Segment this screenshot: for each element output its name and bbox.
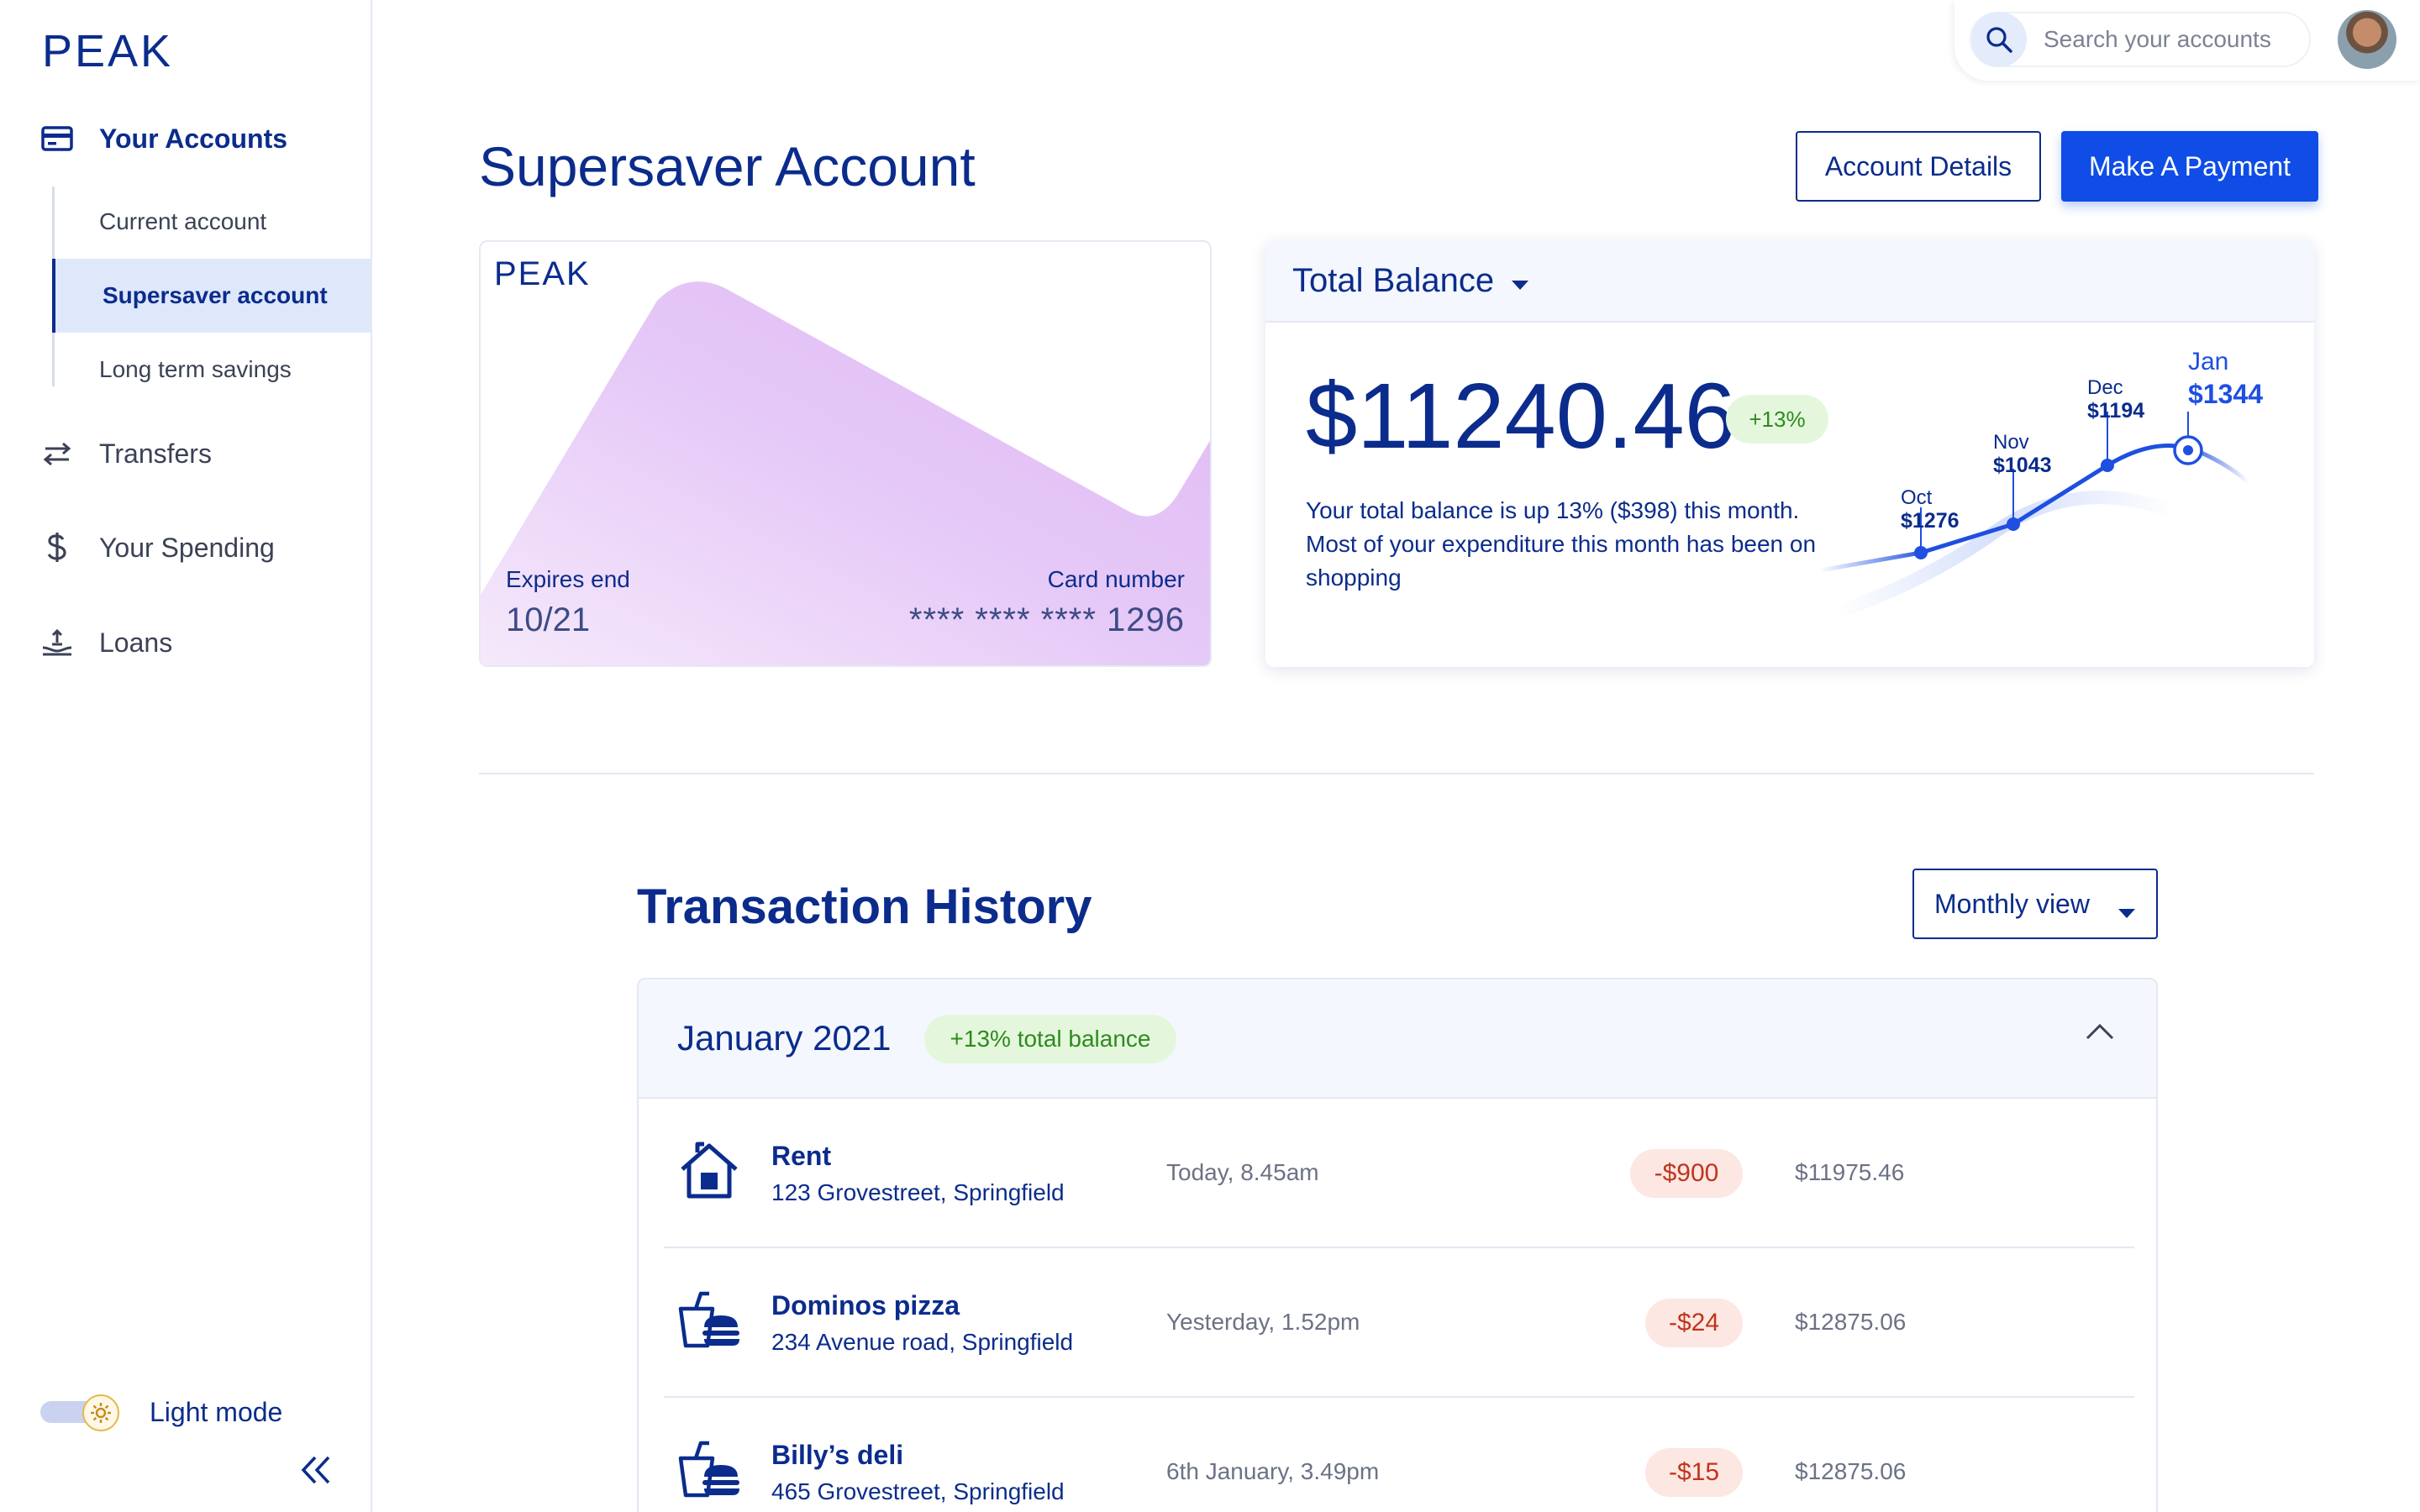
page-title: Supersaver Account <box>479 135 976 197</box>
collapse-sidebar-icon[interactable] <box>297 1452 334 1488</box>
chart-label-value: $1194 <box>2087 399 2144 423</box>
view-select-label: Monthly view <box>1934 888 2090 919</box>
transaction-row[interactable]: Rent 123 Grovestreet, Springfield Today,… <box>664 1099 2134 1248</box>
transaction-balance: $12875.06 <box>1795 1309 1907 1335</box>
transaction-address: 465 Grovestreet, Springfield <box>771 1478 1065 1504</box>
transaction-address: 234 Avenue road, Springfield <box>771 1329 1074 1355</box>
card-number-value: **** **** **** 1296 <box>908 601 1185 638</box>
light-mode-toggle[interactable] <box>40 1394 119 1431</box>
total-balance-dropdown[interactable]: Total Balance <box>1265 240 2314 323</box>
transaction-time: Today, 8.45am <box>1166 1159 1319 1185</box>
transaction-row[interactable]: Billy’s deli 465 Grovestreet, Springfiel… <box>664 1398 2134 1512</box>
chart-label-value: $1344 <box>2188 379 2263 409</box>
transaction-amount: -$900 <box>1630 1149 1743 1198</box>
bank-card: PEAK Expires end 10/21 Card number **** … <box>479 240 1212 667</box>
sidebar-subitem-long-term-savings[interactable]: Long term savings <box>52 333 371 407</box>
sidebar-subitem-supersaver-account[interactable]: Supersaver account <box>52 259 371 333</box>
card-number-label: Card number <box>1047 566 1185 592</box>
transaction-balance: $12875.06 <box>1795 1458 1907 1484</box>
monthly-view-select[interactable]: Monthly view <box>1912 869 2158 939</box>
chart-label-month: Jan <box>2188 348 2228 375</box>
search-icon[interactable] <box>1971 12 2027 67</box>
sidebar-item-your-spending[interactable]: Your Spending <box>0 527 371 569</box>
sidebar-item-transfers[interactable]: Transfers <box>0 433 371 475</box>
caret-down-icon <box>2118 895 2136 927</box>
chart-marker-nov <box>2007 469 2020 531</box>
sun-gear-icon <box>82 1394 119 1431</box>
chart-label-month: Dec <box>2087 376 2123 399</box>
sidebar-item-label: Your Accounts <box>99 123 288 154</box>
total-balance-panel: Total Balance $11240.46 +13% Your total … <box>1265 240 2314 667</box>
transaction-address: 123 Grovestreet, Springfield <box>771 1179 1065 1205</box>
chart-label-value: $1043 <box>1993 454 2052 477</box>
sidebar-item-label: Your Spending <box>99 532 275 563</box>
transaction-amount: -$24 <box>1645 1299 1743 1347</box>
sidebar-item-label: Loans <box>99 627 173 658</box>
house-icon <box>676 1141 743 1201</box>
sidebar-item-loans[interactable]: Loans <box>0 622 371 664</box>
transaction-month-panel: January 2021 +13% total balance Rent 123… <box>637 978 2158 1512</box>
balance-amount: $11240.46 <box>1306 365 1736 468</box>
dollar-icon <box>40 531 74 564</box>
sidebar-subitem-current-account[interactable]: Current account <box>52 185 371 259</box>
transfer-arrows-icon <box>40 437 74 470</box>
sidebar-item-label: Transfers <box>99 438 212 469</box>
transaction-time: Yesterday, 1.52pm <box>1166 1309 1360 1335</box>
card-logo: PEAK <box>494 255 591 292</box>
transaction-balance: $11975.46 <box>1795 1159 1905 1185</box>
balance-sparkline: Oct $1276 Nov $1043 Dec $1194 Jan $1344 <box>1819 348 2263 619</box>
sidebar: PEAK Your Accounts Current account Super… <box>0 0 372 1512</box>
search-input[interactable]: Search your accounts <box>1970 12 2311 67</box>
make-payment-button[interactable]: Make A Payment <box>2061 131 2318 202</box>
chart-label-value: $1276 <box>1901 509 1960 533</box>
transaction-amount: -$15 <box>1645 1448 1743 1497</box>
account-details-button[interactable]: Account Details <box>1796 131 2041 202</box>
chart-label-month: Oct <box>1901 486 1933 509</box>
sidebar-item-your-accounts[interactable]: Your Accounts <box>0 118 371 160</box>
light-mode-label: Light mode <box>150 1397 283 1427</box>
balance-summary: Your total balance is up 13% ($398) this… <box>1306 497 1817 591</box>
month-header[interactable]: January 2021 +13% total balance <box>639 979 2156 1099</box>
hand-coin-icon <box>40 626 74 659</box>
transaction-name: Billy’s deli <box>771 1440 904 1470</box>
caret-down-icon <box>1511 262 1529 300</box>
fast-food-icon <box>676 1440 743 1500</box>
fast-food-icon <box>676 1290 743 1351</box>
section-divider <box>479 773 2314 774</box>
transaction-row[interactable]: Dominos pizza 234 Avenue road, Springfie… <box>664 1248 2134 1398</box>
transaction-name: Dominos pizza <box>771 1290 960 1320</box>
expires-label: Expires end <box>506 566 630 592</box>
total-balance-label: Total Balance <box>1292 261 1495 299</box>
transaction-history-title: Transaction History <box>637 879 1092 934</box>
month-balance-badge: +13% total balance <box>924 1015 1176 1063</box>
chevron-up-icon[interactable] <box>2086 1023 2114 1044</box>
month-title: January 2021 <box>677 1018 892 1058</box>
avatar[interactable] <box>2338 10 2396 69</box>
transaction-name: Rent <box>771 1141 832 1171</box>
chart-marker-jan[interactable] <box>2173 412 2203 465</box>
peak-logo[interactable]: PEAK <box>42 25 173 77</box>
search-placeholder: Search your accounts <box>2044 26 2271 52</box>
credit-card-icon <box>40 122 74 155</box>
expires-value: 10/21 <box>506 601 591 638</box>
transaction-time: 6th January, 3.49pm <box>1166 1458 1380 1484</box>
chart-label-month: Nov <box>1993 431 2029 454</box>
